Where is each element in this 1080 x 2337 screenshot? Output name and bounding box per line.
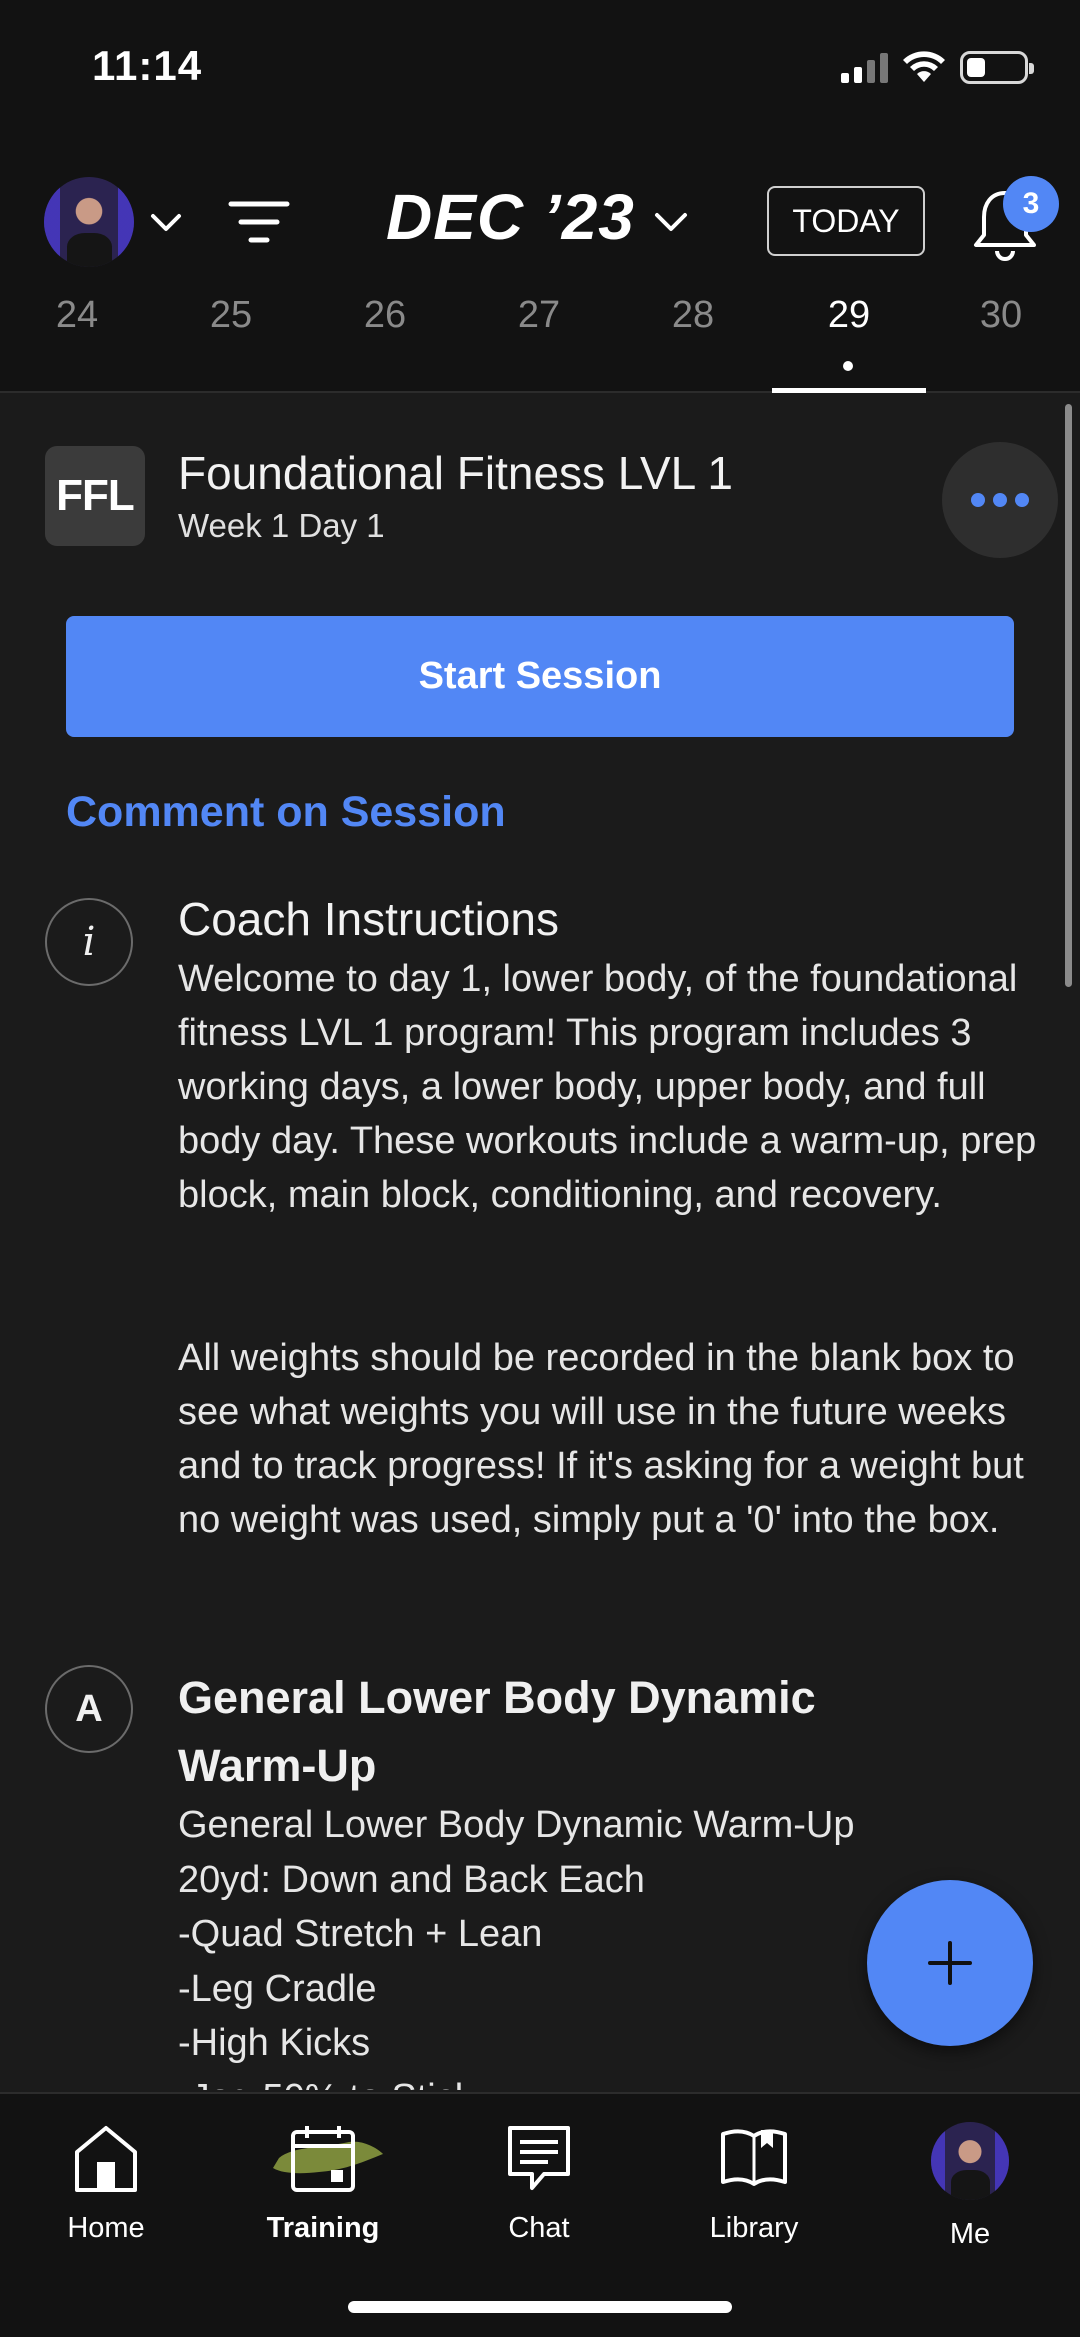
start-session-button[interactable]: Start Session [66,616,1014,737]
more-dot-icon [971,493,985,507]
more-dot-icon [1015,493,1029,507]
block-a-line: -Leg Cradle [178,1967,377,2010]
avatar-chevron-down-icon[interactable] [148,205,184,241]
coach-instructions-paragraph-1: Welcome to day 1, lower body, of the fou… [178,958,1037,1216]
block-a-description: General Lower Body Dynamic Warm-Up 20yd:… [178,1798,938,2090]
block-a-line: -Jog 50% to Stick [178,2071,938,2091]
date-24[interactable]: 24 [0,294,154,337]
home-indicator[interactable] [348,2301,732,2313]
date-29-selected[interactable]: 29 [772,294,926,337]
home-icon [75,2126,137,2192]
signal-icon [841,51,888,83]
battery-icon [960,50,1034,84]
status-icons [841,50,1034,84]
tab-chat-label: Chat [508,2212,570,2244]
date-27[interactable]: 27 [462,294,616,337]
tab-home-label: Home [67,2212,145,2244]
date-25[interactable]: 25 [154,294,308,337]
block-a-line: -Quad Stretch + Lean [178,1913,543,1955]
notification-badge: 3 [1003,176,1059,232]
plus-icon [928,1941,972,1985]
add-fab-button[interactable] [867,1880,1033,2046]
more-dot-icon [993,493,1007,507]
block-a-title[interactable]: General Lower Body Dynamic Warm-Up [178,1664,938,1800]
session-dot-indicator [843,361,853,371]
date-strip: 24 25 26 27 28 29 30 [0,290,1080,390]
status-time: 11:14 [92,42,203,89]
month-chevron-down-icon[interactable] [652,204,690,242]
tab-library-label: Library [709,2212,799,2244]
date-28[interactable]: 28 [616,294,770,337]
date-30[interactable]: 30 [924,294,1078,337]
me-avatar [931,2122,1009,2200]
comment-on-session-link[interactable]: Comment on Session [66,788,506,837]
month-selector[interactable]: DEC ’23 [386,180,635,254]
block-a-marker: A [45,1665,133,1753]
scrollbar[interactable] [1065,404,1072,987]
wifi-icon [903,51,945,82]
more-options-button[interactable] [942,442,1058,558]
tab-training-label: Training [266,2212,380,2244]
calendar-icon [273,2126,383,2192]
user-avatar[interactable] [44,177,134,267]
filter-icon[interactable] [226,194,292,250]
coach-instructions-title: Coach Instructions [178,893,559,945]
book-icon [721,2129,787,2186]
tab-me-label: Me [949,2218,991,2250]
program-logo: FFL [45,446,145,546]
info-icon: i [45,898,133,986]
selected-date-underline [772,388,926,393]
program-title: Foundational Fitness LVL 1 [178,447,733,499]
coach-instructions-paragraph-2: All weights should be recorded in the bl… [178,1337,1024,1541]
program-subtitle: Week 1 Day 1 [178,507,385,544]
chat-icon [508,2126,570,2190]
date-26[interactable]: 26 [308,294,462,337]
top-header: 11:14 DEC ’23 TODAY 3 24 25 26 27 28 29 … [0,0,1080,393]
block-a-line: -High Kicks [178,2022,371,2064]
today-button[interactable]: TODAY [767,186,925,256]
block-a-line: General Lower Body Dynamic Warm-Up 20yd:… [178,1804,855,1901]
